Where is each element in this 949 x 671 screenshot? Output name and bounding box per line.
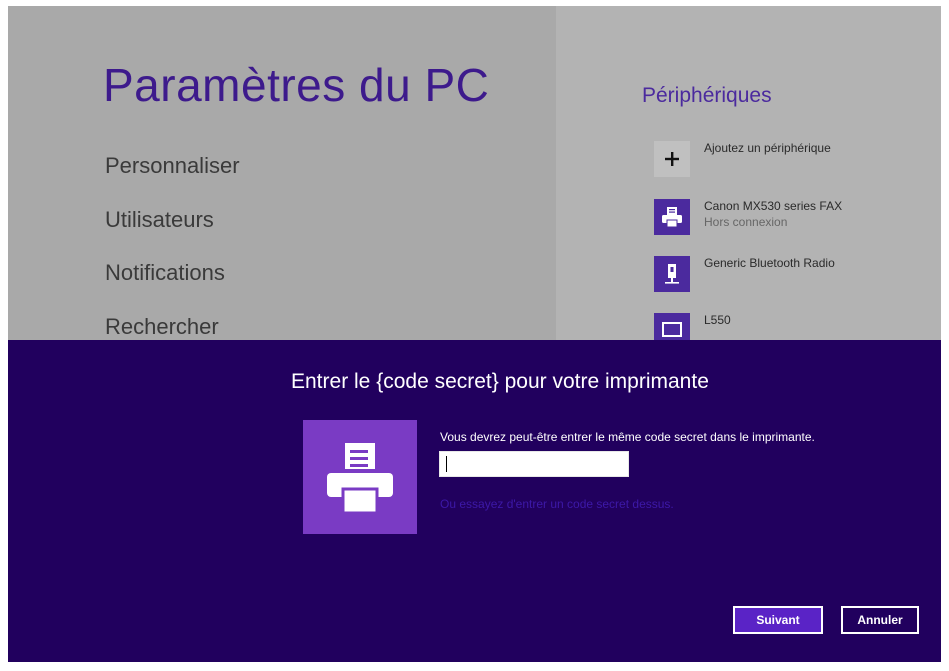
bluetooth-radio-icon [654, 256, 690, 292]
device-item-canon-fax[interactable]: Canon MX530 series FAX Hors connexion [654, 199, 941, 241]
add-device-label: Ajoutez un périphérique [704, 141, 831, 155]
next-button[interactable]: Suivant [733, 606, 823, 634]
dialog-description: Vous devrez peut-être entrer le même cod… [440, 430, 815, 444]
settings-nav-pane: Paramètres du PC Personnaliser Utilisate… [8, 6, 556, 346]
nav-item-notifications[interactable]: Notifications [105, 260, 225, 286]
devices-pane: Périphériques Ajoutez un périphérique Ca… [556, 6, 941, 349]
pc-settings-screen: Paramètres du PC Personnaliser Utilisate… [8, 6, 941, 662]
nav-item-personnaliser[interactable]: Personnaliser [105, 153, 240, 179]
text-caret [446, 456, 447, 472]
nav-item-rechercher[interactable]: Rechercher [105, 314, 219, 340]
device-name: L550 [704, 313, 731, 327]
printer-icon [654, 199, 690, 235]
plus-icon [654, 141, 690, 177]
page-title: Paramètres du PC [103, 59, 490, 111]
printer-icon [303, 420, 417, 534]
device-name: Canon MX530 series FAX [704, 199, 843, 213]
dialog-title: Entrer le {code secret} pour votre impri… [291, 370, 709, 393]
cancel-button[interactable]: Annuler [841, 606, 919, 634]
device-item-bluetooth-radio[interactable]: Generic Bluetooth Radio [654, 256, 941, 298]
pin-input[interactable] [439, 451, 629, 477]
alt-pin-link[interactable]: Ou essayez d'entrer un code secret dessu… [440, 497, 674, 511]
nav-item-utilisateurs[interactable]: Utilisateurs [105, 207, 214, 233]
devices-section-title: Périphériques [642, 84, 772, 107]
add-device-item[interactable]: Ajoutez un périphérique [654, 141, 941, 183]
device-name: Generic Bluetooth Radio [704, 256, 835, 270]
device-status: Hors connexion [704, 215, 788, 229]
pin-entry-dialog: Entrer le {code secret} pour votre impri… [8, 340, 941, 662]
